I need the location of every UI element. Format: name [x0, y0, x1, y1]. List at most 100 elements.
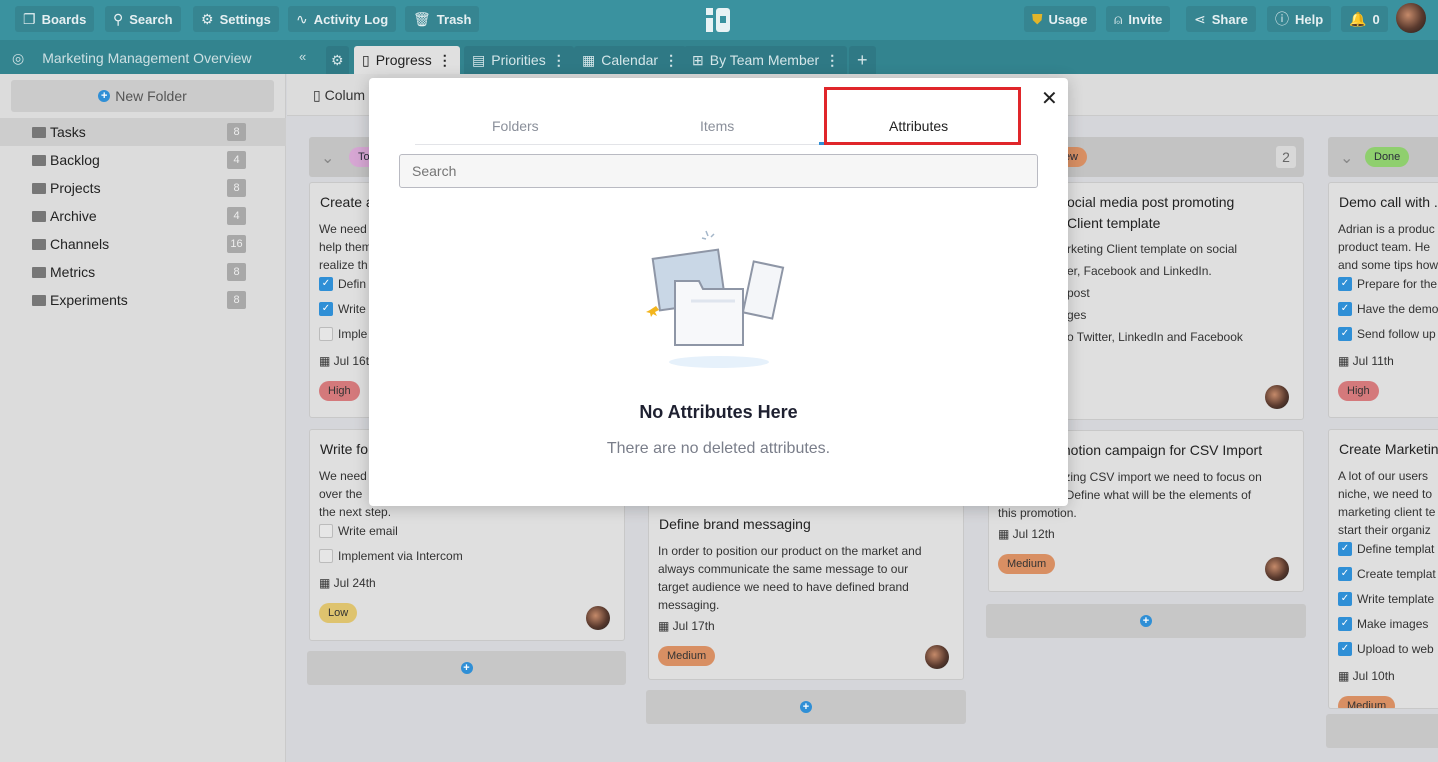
sidebar-folder[interactable]: Backlog 4	[0, 146, 286, 174]
task-card[interactable]: Demo call with . Adrian is a produc produc…	[1328, 182, 1438, 418]
sidebar-folder[interactable]: Experiments 8	[0, 286, 286, 314]
priority-badge: Medium	[998, 554, 1056, 574]
calendar-icon: ▦	[319, 354, 334, 368]
card-description: the next step.	[319, 505, 392, 519]
calendar-icon: ▦	[1338, 354, 1353, 368]
checkbox[interactable]: ✓	[1338, 542, 1352, 556]
tab-priorities[interactable]: ▤ Priorities ⋮	[464, 46, 574, 74]
assignee-avatar[interactable]	[1265, 557, 1289, 581]
share-button[interactable]: ⋖ Share	[1186, 6, 1256, 32]
card-count: 2	[1276, 146, 1296, 168]
tab-items[interactable]: Items	[700, 118, 734, 134]
card-title: Define brand messaging	[659, 516, 811, 532]
add-card-button[interactable]: +	[307, 651, 626, 685]
add-card-button[interactable]: +	[986, 604, 1306, 638]
task-card[interactable]: Define brand messaging In order to positi…	[648, 504, 964, 680]
card-description: Adrian is a produc	[1338, 222, 1435, 236]
chevron-down-icon[interactable]: ⌄	[1340, 148, 1353, 168]
checkbox[interactable]: ✓	[319, 277, 333, 291]
trash-button[interactable]: 🗑 Trash	[405, 6, 480, 32]
add-user-icon: ⍝	[1114, 10, 1123, 27]
checkbox[interactable]: ✓	[1338, 277, 1352, 291]
usage-button[interactable]: ⛊ Usage	[1024, 6, 1096, 32]
card-description: target audience we need to have defined …	[658, 580, 909, 594]
invite-button[interactable]: ⍝ Invite	[1106, 6, 1171, 32]
search-button[interactable]: ⚲ Search	[105, 6, 181, 32]
assignee-avatar[interactable]	[1265, 385, 1289, 409]
due-date: ▦ Jul 10th	[1338, 669, 1395, 683]
checkbox[interactable]: ✓	[1338, 327, 1352, 341]
activity-log-button[interactable]: ∿ Activity Log	[288, 6, 397, 32]
close-icon[interactable]: ✕	[1041, 86, 1058, 111]
add-card-button[interactable]	[1326, 714, 1438, 748]
sidebar-folder[interactable]: Metrics 8	[0, 258, 286, 286]
list-icon: ▤	[472, 51, 486, 68]
checklist-item: Imple	[338, 327, 368, 341]
search-input[interactable]	[399, 154, 1038, 188]
board-title: Marketing Management Overview	[42, 50, 252, 66]
tab-menu-icon[interactable]: ⋮	[664, 52, 678, 69]
sidebar-folder[interactable]: Tasks 8	[0, 118, 286, 146]
highlight-box	[824, 87, 1021, 145]
task-card[interactable]: Create Marketin A lot of our users niche, …	[1328, 429, 1438, 709]
sidebar-folder[interactable]: Archive 4	[0, 202, 286, 230]
calendar-icon: ▦	[1338, 669, 1353, 683]
card-title: Create Marketin	[1339, 441, 1438, 457]
eye-icon[interactable]: ◎	[12, 50, 24, 67]
calendar-icon: ▦	[998, 527, 1013, 541]
tab-progress[interactable]: ▯ Progress ⋮	[354, 46, 460, 74]
tab-calendar[interactable]: ▦ Calendar ⋮	[574, 46, 687, 74]
checkbox[interactable]: ✓	[1338, 302, 1352, 316]
tab-folders[interactable]: Folders	[492, 118, 539, 134]
tab-by-team-member[interactable]: ⊞ By Team Member ⋮	[684, 46, 848, 74]
table-icon: ⊞	[692, 51, 704, 68]
settings-button[interactable]: ⚙ Settings	[193, 6, 279, 32]
tab-menu-icon[interactable]: ⋮	[825, 52, 839, 69]
add-view-button[interactable]: +	[849, 46, 876, 74]
share-icon: ⋖	[1194, 10, 1206, 27]
card-description: this promotion.	[998, 506, 1077, 520]
view-settings-button[interactable]: ⚙	[326, 46, 349, 74]
checkbox[interactable]: ✓	[1338, 642, 1352, 656]
checklist-item: Send follow up	[1357, 327, 1436, 341]
help-button[interactable]: ⓘ Help	[1267, 6, 1332, 32]
chevron-down-icon[interactable]: ⌄	[321, 148, 334, 168]
boards-button[interactable]: ❐ Boards	[15, 6, 95, 32]
gear-icon: ⚙	[331, 51, 344, 68]
collapse-sidebar-icon[interactable]: «	[299, 49, 306, 64]
columns-button[interactable]: ▯ Colum	[313, 87, 365, 104]
checkbox[interactable]	[319, 524, 333, 538]
empty-text: There are no deleted attributes.	[606, 440, 831, 457]
assignee-avatar[interactable]	[925, 645, 949, 669]
user-avatar[interactable]	[1396, 3, 1426, 33]
due-date: ▦ Jul 24th	[319, 576, 376, 590]
checkbox[interactable]	[319, 327, 333, 341]
priority-badge: Medium	[1338, 696, 1396, 708]
folder-icon	[32, 126, 46, 138]
sidebar-folder[interactable]: Projects 8	[0, 174, 286, 202]
checkbox[interactable]	[319, 549, 333, 563]
tab-menu-icon[interactable]: ⋮	[552, 52, 566, 69]
card-description: over the	[319, 487, 363, 501]
checklist-item: Define templat	[1357, 542, 1435, 556]
card-description: We need	[319, 222, 367, 236]
notifications-button[interactable]: 🔔 0	[1341, 6, 1388, 32]
sidebar-folder[interactable]: Channels 16	[0, 230, 286, 258]
columns-icon: ▯	[313, 87, 325, 103]
checklist-item: Make images	[1357, 617, 1429, 631]
checkbox[interactable]: ✓	[1338, 592, 1352, 606]
boards-icon: ❐	[23, 10, 36, 27]
checkbox[interactable]: ✓	[1338, 567, 1352, 581]
new-folder-button[interactable]: + New Folder	[11, 80, 274, 112]
calendar-icon: ▦	[319, 576, 334, 590]
checkbox[interactable]: ✓	[1338, 617, 1352, 631]
card-description: messaging.	[658, 598, 720, 612]
tab-divider	[415, 144, 825, 145]
tab-menu-icon[interactable]: ⋮	[438, 52, 452, 69]
checklist-item: Implement via Intercom	[338, 549, 463, 563]
add-card-button[interactable]: +	[646, 690, 966, 724]
card-description: realize th	[319, 258, 368, 272]
card-description: ges	[1067, 308, 1087, 322]
checkbox[interactable]: ✓	[319, 302, 333, 316]
assignee-avatar[interactable]	[586, 606, 610, 630]
